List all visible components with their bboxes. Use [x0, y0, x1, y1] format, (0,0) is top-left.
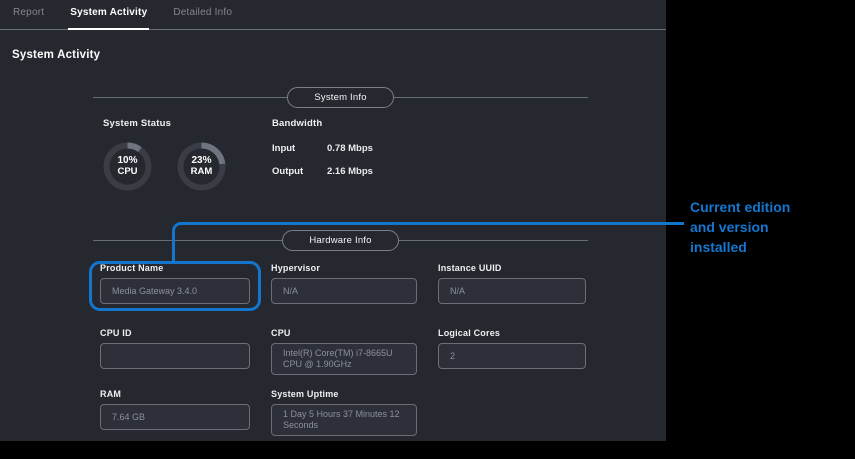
- hardware-fields-row-2: CPU ID CPU Intel(R) Core(TM) i7-8665U CP…: [100, 328, 586, 375]
- system-status-label: System Status: [103, 118, 171, 129]
- bandwidth-input-value: 0.78 Mbps: [327, 143, 373, 154]
- page-title: System Activity: [12, 49, 100, 61]
- annotation-text: Current edition and version installed: [690, 197, 816, 257]
- field-hypervisor: Hypervisor N/A: [271, 263, 417, 304]
- field-cpu-id: CPU ID: [100, 328, 250, 375]
- bandwidth-input-label: Input: [272, 143, 327, 154]
- field-logical-cores: Logical Cores 2: [438, 328, 586, 375]
- bandwidth-output-label: Output: [272, 166, 327, 177]
- logical-cores-input[interactable]: 2: [438, 343, 586, 369]
- system-info-section-divider: System Info: [93, 87, 588, 107]
- tab-system-activity[interactable]: System Activity: [70, 7, 147, 29]
- instance-uuid-input[interactable]: N/A: [438, 278, 586, 304]
- system-uptime-input[interactable]: 1 Day 5 Hours 37 Minutes 12 Seconds: [271, 404, 417, 436]
- product-name-input[interactable]: Media Gateway 3.4.0: [100, 278, 250, 304]
- bandwidth-table: Input 0.78 Mbps Output 2.16 Mbps: [272, 143, 373, 189]
- field-label: Product Name: [100, 263, 250, 273]
- field-label: System Uptime: [271, 389, 417, 399]
- cpu-usage-gauge: 10% CPU: [103, 142, 152, 191]
- system-status-gauges: 10% CPU 23% RAM: [103, 142, 226, 191]
- bandwidth-input-row: Input 0.78 Mbps: [272, 143, 373, 154]
- tab-report[interactable]: Report: [13, 7, 44, 29]
- hardware-fields-row-1: Product Name Media Gateway 3.4.0 Hypervi…: [100, 263, 586, 304]
- field-instance-uuid: Instance UUID N/A: [438, 263, 586, 304]
- hardware-fields-row-3: RAM 7.64 GB System Uptime 1 Day 5 Hours …: [100, 389, 586, 436]
- bandwidth-output-row: Output 2.16 Mbps: [272, 166, 373, 177]
- field-product-name: Product Name Media Gateway 3.4.0: [100, 263, 250, 304]
- divider-line-left: [93, 240, 282, 241]
- app-window: Report System Activity Detailed Info Sys…: [0, 0, 666, 441]
- tab-detailed-info[interactable]: Detailed Info: [173, 7, 232, 29]
- hardware-info-section-divider: Hardware Info: [93, 230, 588, 250]
- ram-input[interactable]: 7.64 GB: [100, 404, 250, 430]
- field-label: CPU: [271, 328, 417, 338]
- cpu-gauge-unit: CPU: [117, 167, 137, 178]
- field-system-uptime: System Uptime 1 Day 5 Hours 37 Minutes 1…: [271, 389, 417, 436]
- cpu-gauge-text: 10% CPU: [103, 142, 152, 191]
- field-label: Instance UUID: [438, 263, 586, 273]
- ram-gauge-unit: RAM: [191, 167, 213, 178]
- ram-gauge-text: 23% RAM: [177, 142, 226, 191]
- system-info-badge: System Info: [287, 87, 393, 108]
- field-cpu: CPU Intel(R) Core(TM) i7-8665U CPU @ 1.9…: [271, 328, 417, 375]
- divider-line-left: [93, 97, 287, 98]
- divider-line-right: [399, 240, 588, 241]
- ram-gauge-value: 23%: [191, 156, 211, 167]
- bandwidth-output-value: 2.16 Mbps: [327, 166, 373, 177]
- bandwidth-label: Bandwidth: [272, 118, 322, 129]
- ram-usage-gauge: 23% RAM: [177, 142, 226, 191]
- field-label: Logical Cores: [438, 328, 586, 338]
- cpu-id-input[interactable]: [100, 343, 250, 369]
- tab-bar: Report System Activity Detailed Info: [0, 0, 666, 30]
- hardware-info-badge: Hardware Info: [282, 230, 398, 251]
- field-label: CPU ID: [100, 328, 250, 338]
- empty-cell: [438, 389, 586, 436]
- field-label: Hypervisor: [271, 263, 417, 273]
- cpu-gauge-value: 10%: [117, 156, 137, 167]
- hypervisor-input[interactable]: N/A: [271, 278, 417, 304]
- field-label: RAM: [100, 389, 250, 399]
- divider-line-right: [394, 97, 588, 98]
- field-ram: RAM 7.64 GB: [100, 389, 250, 436]
- cpu-input[interactable]: Intel(R) Core(TM) i7-8665U CPU @ 1.90GHz: [271, 343, 417, 375]
